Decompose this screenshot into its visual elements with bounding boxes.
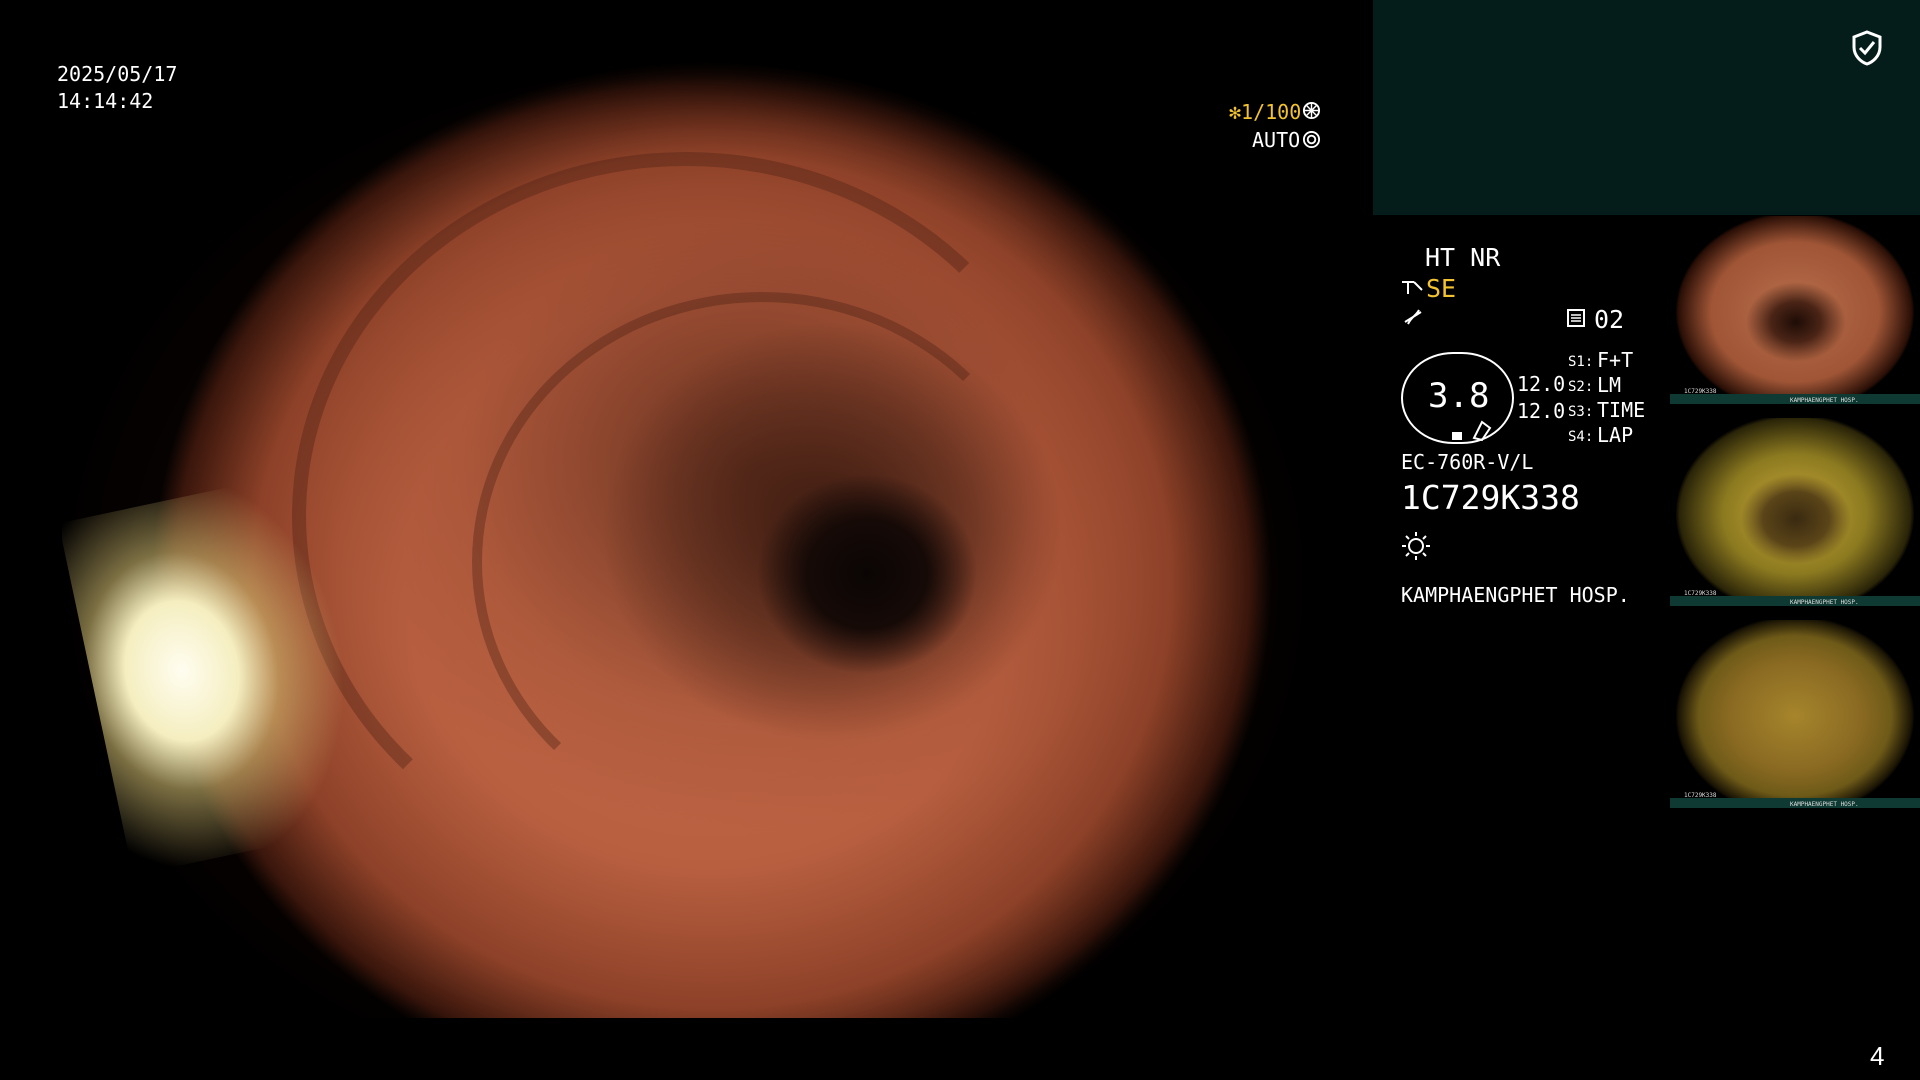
thumbnail-caption: KAMPHAENGPHET HOSP. (1790, 397, 1859, 404)
switch-3-label: S3: (1568, 404, 1594, 420)
processing-mode: HT NR (1425, 243, 1501, 272)
color-mode-icon (1402, 306, 1424, 332)
iris-readout: AUTO (1252, 128, 1301, 152)
switch-4-label: S4: (1568, 429, 1594, 445)
thumbnail-image (1676, 216, 1914, 404)
thumbnail-image (1676, 418, 1914, 606)
thumbnail-1[interactable]: 1C729K338 KAMPHAENGPHET HOSP. (1670, 216, 1920, 404)
switch-1-function: F+T (1597, 348, 1634, 372)
scope-serial: 1C729K338 (1401, 478, 1580, 517)
magnification-value: 3.8 (1428, 376, 1490, 416)
shield-check-icon (1851, 30, 1883, 70)
iris-icon (1302, 130, 1321, 153)
thumbnail-3[interactable]: 1C729K338 KAMPHAENGPHET HOSP. (1670, 620, 1920, 808)
switch-1-label: S1: (1568, 354, 1594, 370)
switch-4-function: LAP (1597, 423, 1634, 447)
switch-2-function: LM (1597, 373, 1622, 397)
exam-time: 14:14:42 (57, 89, 154, 113)
thumbnail-serial: 1C729K338 (1684, 388, 1717, 395)
mucosal-fold (472, 292, 1052, 832)
setting-value-b: 12.0 (1517, 399, 1566, 423)
thumbnail-serial: 1C729K338 (1684, 590, 1717, 597)
info-panel-header (1373, 0, 1920, 215)
endoscopy-view (62, 62, 1310, 1018)
light-reflection (62, 448, 486, 876)
shutter-readout: ✻1/100 (1229, 100, 1302, 124)
scope-model: EC-760R-V/L (1401, 450, 1534, 474)
image-count: 02 (1594, 305, 1625, 334)
scope-tip-icon (1450, 418, 1492, 446)
shutter-icon (1302, 101, 1321, 124)
thumbnail-serial: 1C729K338 (1684, 792, 1717, 799)
exam-date: 2025/05/17 (57, 62, 178, 86)
thumbnail-caption: KAMPHAENGPHET HOSP. (1790, 801, 1859, 808)
switch-2-label: S2: (1568, 379, 1594, 395)
switch-3-function: TIME (1597, 398, 1646, 422)
hospital-name: KAMPHAENGPHET HOSP. (1401, 583, 1630, 607)
image-count-icon (1566, 308, 1586, 332)
structure-enhancement: SE (1426, 274, 1457, 303)
setting-value-a: 12.0 (1517, 372, 1566, 396)
thumbnail-2[interactable]: 1C729K338 KAMPHAENGPHET HOSP. (1670, 418, 1920, 606)
thumbnail-image (1676, 620, 1914, 808)
thumbnail-caption: KAMPHAENGPHET HOSP. (1790, 599, 1859, 606)
enhance-icon (1400, 276, 1426, 302)
sun-icon (1400, 530, 1432, 566)
page-number: 4 (1870, 1041, 1885, 1071)
